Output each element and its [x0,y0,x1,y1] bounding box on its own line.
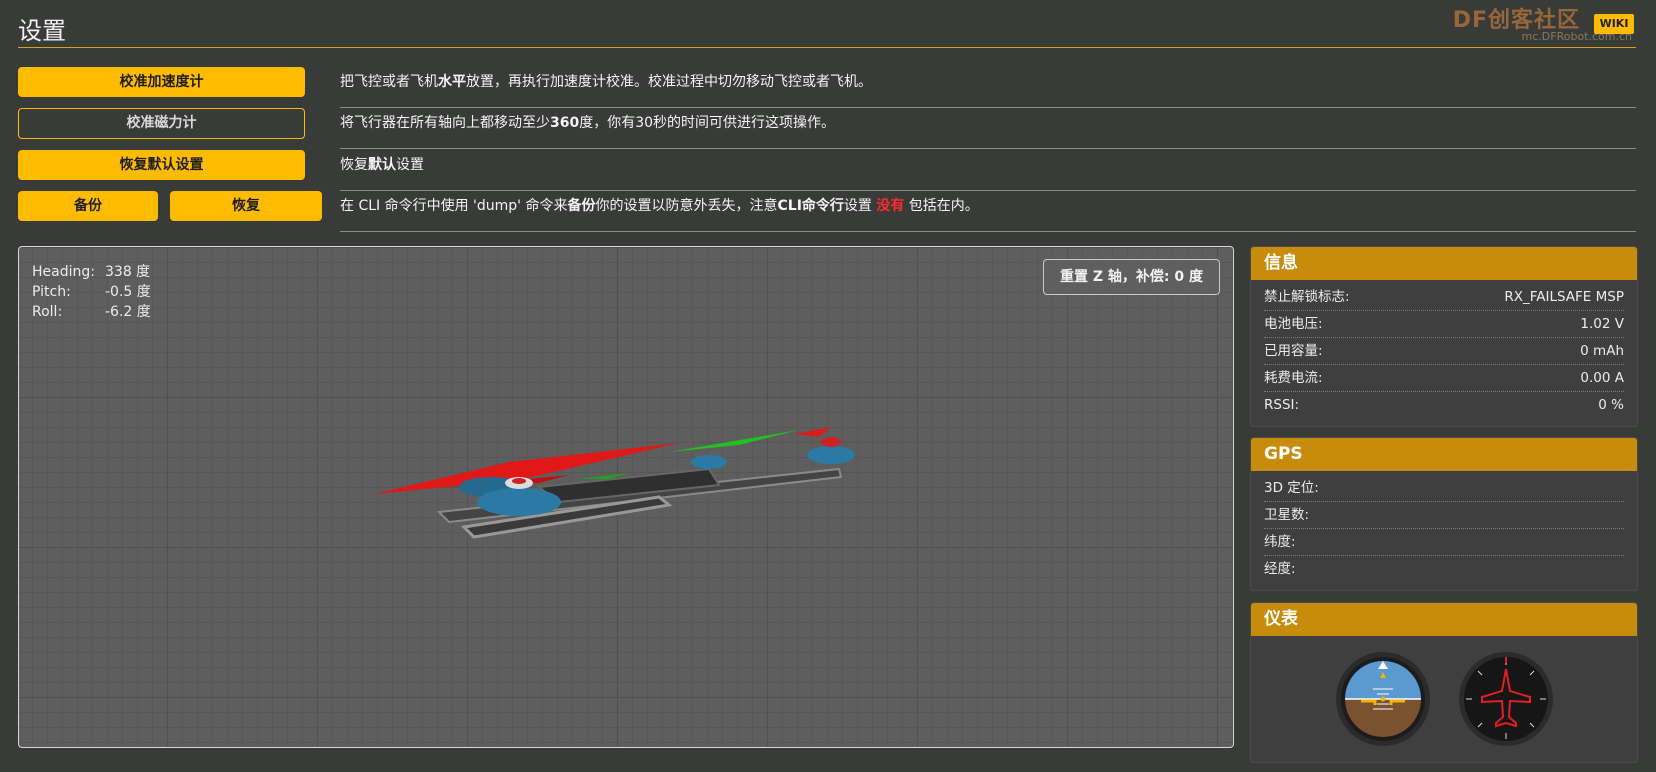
info-row: 耗费电流: 0.00 A [1264,365,1624,392]
info-panel: 信息 禁止解锁标志: RX_FAILSAFE MSP 电池电压: 1.02 V 已用… [1250,246,1638,427]
reset-defaults-button[interactable]: 恢复默认设置 [18,150,305,180]
gps-row: 纬度: [1264,529,1624,556]
motor-front-right [807,446,855,464]
backup-restore-row: 备份 恢复 在 CLI 命令行中使用 'dump' 命令来备份你的设置以防意外丢… [18,191,1636,232]
instruments-panel-title: 仪表 [1251,603,1637,636]
gps-row: 经度: [1264,561,1296,577]
page-header: 设置 DF创客社区 mc.DFRobot.com.cn WIKI [18,0,1636,48]
propeller-green-front [669,430,799,452]
restore-button[interactable]: 恢复 [170,191,322,221]
model-viewport[interactable]: Heading: 338 度 Pitch: -0.5 度 Roll: -6.2 度 重… [18,246,1234,748]
motor-hub-rear [512,478,526,484]
attitude-indicator-icon [1336,652,1430,746]
gps-panel-title: GPS [1251,438,1637,471]
page-title: 设置 [18,17,66,45]
calibrate-mag-description: 将飞行器在所有轴向上都移动至少360度，你有30秒的时间可供进行这项操作。 [340,108,1636,149]
info-row: 已用容量: 0 mAh [1264,338,1624,365]
calibrate-accel-row: 校准加速度计 把飞控或者飞机水平放置，再执行加速度计校准。校准过程中切勿移动飞控… [18,67,1636,108]
info-row: 禁止解锁标志: RX_FAILSAFE MSP [1264,284,1624,311]
info-panel-title: 信息 [1251,247,1637,280]
gps-row: 卫星数: [1264,502,1624,529]
instruments-panel: 仪表 [1250,602,1638,763]
propeller-red-front [794,427,831,437]
calibrate-accel-description: 把飞控或者飞机水平放置，再执行加速度计校准。校准过程中切勿移动飞控或者飞机。 [340,67,1636,108]
backup-button[interactable]: 备份 [18,191,158,221]
motor-center [691,455,727,469]
motor-rear-main [477,488,561,516]
info-row: 电池电压: 1.02 V [1264,311,1624,338]
gps-row: 3D 定位: [1264,475,1624,502]
info-row: RSSI: 0 % [1264,397,1624,413]
backup-description: 在 CLI 命令行中使用 'dump' 命令来备份你的设置以防意外丢失，注意CL… [340,191,1636,232]
motor-hub-front [821,437,841,447]
calibrate-magnetometer-button[interactable]: 校准磁力计 [18,108,305,139]
calibrate-mag-row: 校准磁力计 将飞行器在所有轴向上都移动至少360度，你有30秒的时间可供进行这项… [18,108,1636,149]
reset-description: 恢复默认设置 [340,150,1636,191]
gps-panel: GPS 3D 定位: 卫星数: 纬度: 经度: [1250,437,1638,591]
reset-settings-row: 恢复默认设置 恢复默认设置 [18,150,1636,191]
quadcopter-model [374,427,855,539]
instrument-gauges [1336,652,1553,746]
heading-indicator-icon [1459,652,1553,746]
wiki-button[interactable]: WIKI [1594,14,1634,34]
calibrate-accelerometer-button[interactable]: 校准加速度计 [18,67,305,97]
